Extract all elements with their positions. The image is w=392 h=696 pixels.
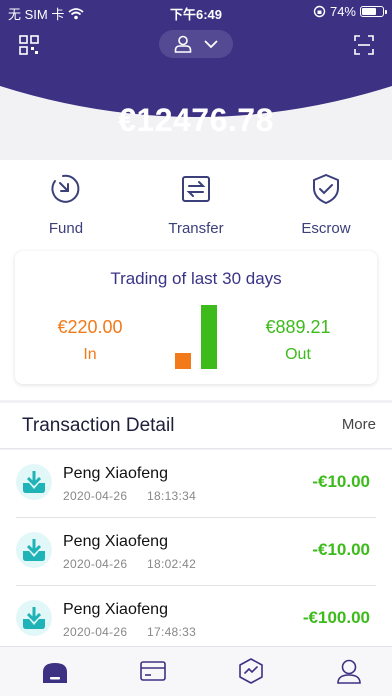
- trading-title: Trading of last 30 days: [110, 269, 282, 288]
- transfer-label: Transfer: [168, 220, 224, 237]
- battery-icon: [360, 6, 387, 17]
- escrow-icon: [313, 174, 339, 204]
- scan-icon[interactable]: [352, 33, 376, 57]
- transaction-date: 2020-04-26: [63, 489, 128, 503]
- transaction-time: 17:48:33: [147, 625, 197, 639]
- in-bar: [175, 353, 191, 369]
- header: 无 SIM 卡 下午6:49 74% €12476.78: [0, 0, 392, 160]
- transaction-name: Peng Xiaofeng: [63, 601, 168, 618]
- transaction-amount: -€100.00: [302, 608, 370, 627]
- account-balance: €12476.78: [118, 102, 274, 138]
- transaction-time: 18:13:34: [147, 489, 197, 503]
- transaction-list: Peng Xiaofeng 2020-04-26 18:13:34 -€10.0…: [0, 450, 392, 646]
- withdraw-icon: [16, 600, 52, 636]
- in-stat: €220.00 In: [30, 317, 150, 364]
- transfer-button[interactable]: Transfer: [146, 172, 246, 237]
- trading-bars: [175, 303, 219, 369]
- trading-summary-card[interactable]: Trading of last 30 days €220.00 In €889.…: [15, 251, 377, 384]
- in-label: In: [83, 346, 97, 363]
- withdraw-icon: [16, 532, 52, 568]
- escrow-button[interactable]: Escrow: [276, 172, 376, 237]
- transaction-name: Peng Xiaofeng: [63, 465, 168, 482]
- fund-label: Fund: [48, 220, 84, 237]
- transaction-header: Transaction Detail More: [0, 403, 392, 449]
- transaction-amount: -€10.00: [312, 540, 370, 559]
- transaction-row[interactable]: Peng Xiaofeng 2020-04-26 17:48:33 -€100.…: [0, 586, 392, 646]
- transaction-amount: -€10.00: [312, 472, 370, 491]
- out-amount: €889.21: [265, 317, 331, 337]
- home-icon[interactable]: [40, 657, 70, 685]
- chevron-down-icon: [204, 40, 218, 49]
- withdraw-icon: [16, 464, 52, 500]
- orientation-lock-icon: [313, 5, 326, 18]
- transaction-date: 2020-04-26: [63, 625, 128, 639]
- out-bar: [201, 305, 217, 369]
- fund-icon: [51, 174, 80, 203]
- out-stat: €889.21 Out: [238, 317, 358, 364]
- transaction-name: Peng Xiaofeng: [63, 533, 168, 550]
- user-icon: [174, 35, 192, 53]
- transfer-icon: [182, 176, 210, 202]
- escrow-label: Escrow: [301, 220, 351, 237]
- card-icon[interactable]: [138, 657, 168, 685]
- battery-percent: 74%: [329, 4, 356, 19]
- profile-icon[interactable]: [334, 657, 364, 685]
- more-link[interactable]: More: [342, 416, 376, 433]
- account-switcher[interactable]: [159, 30, 233, 58]
- chart-icon[interactable]: [236, 657, 266, 685]
- quick-actions: Fund Transfer Escrow: [0, 160, 392, 246]
- transaction-title: Transaction Detail: [22, 415, 175, 436]
- transaction-time: 18:02:42: [147, 557, 197, 571]
- transaction-date: 2020-04-26: [63, 557, 128, 571]
- qr-code-icon[interactable]: [17, 33, 41, 57]
- out-label: Out: [285, 346, 311, 363]
- transaction-row[interactable]: Peng Xiaofeng 2020-04-26 18:02:42 -€10.0…: [0, 518, 392, 586]
- status-bar: 无 SIM 卡 下午6:49 74%: [0, 0, 392, 22]
- tab-bar: [0, 646, 392, 696]
- battery-fill: [362, 8, 376, 15]
- fund-button[interactable]: Fund: [16, 172, 116, 237]
- in-amount: €220.00: [57, 317, 123, 337]
- transaction-row[interactable]: Peng Xiaofeng 2020-04-26 18:13:34 -€10.0…: [0, 450, 392, 518]
